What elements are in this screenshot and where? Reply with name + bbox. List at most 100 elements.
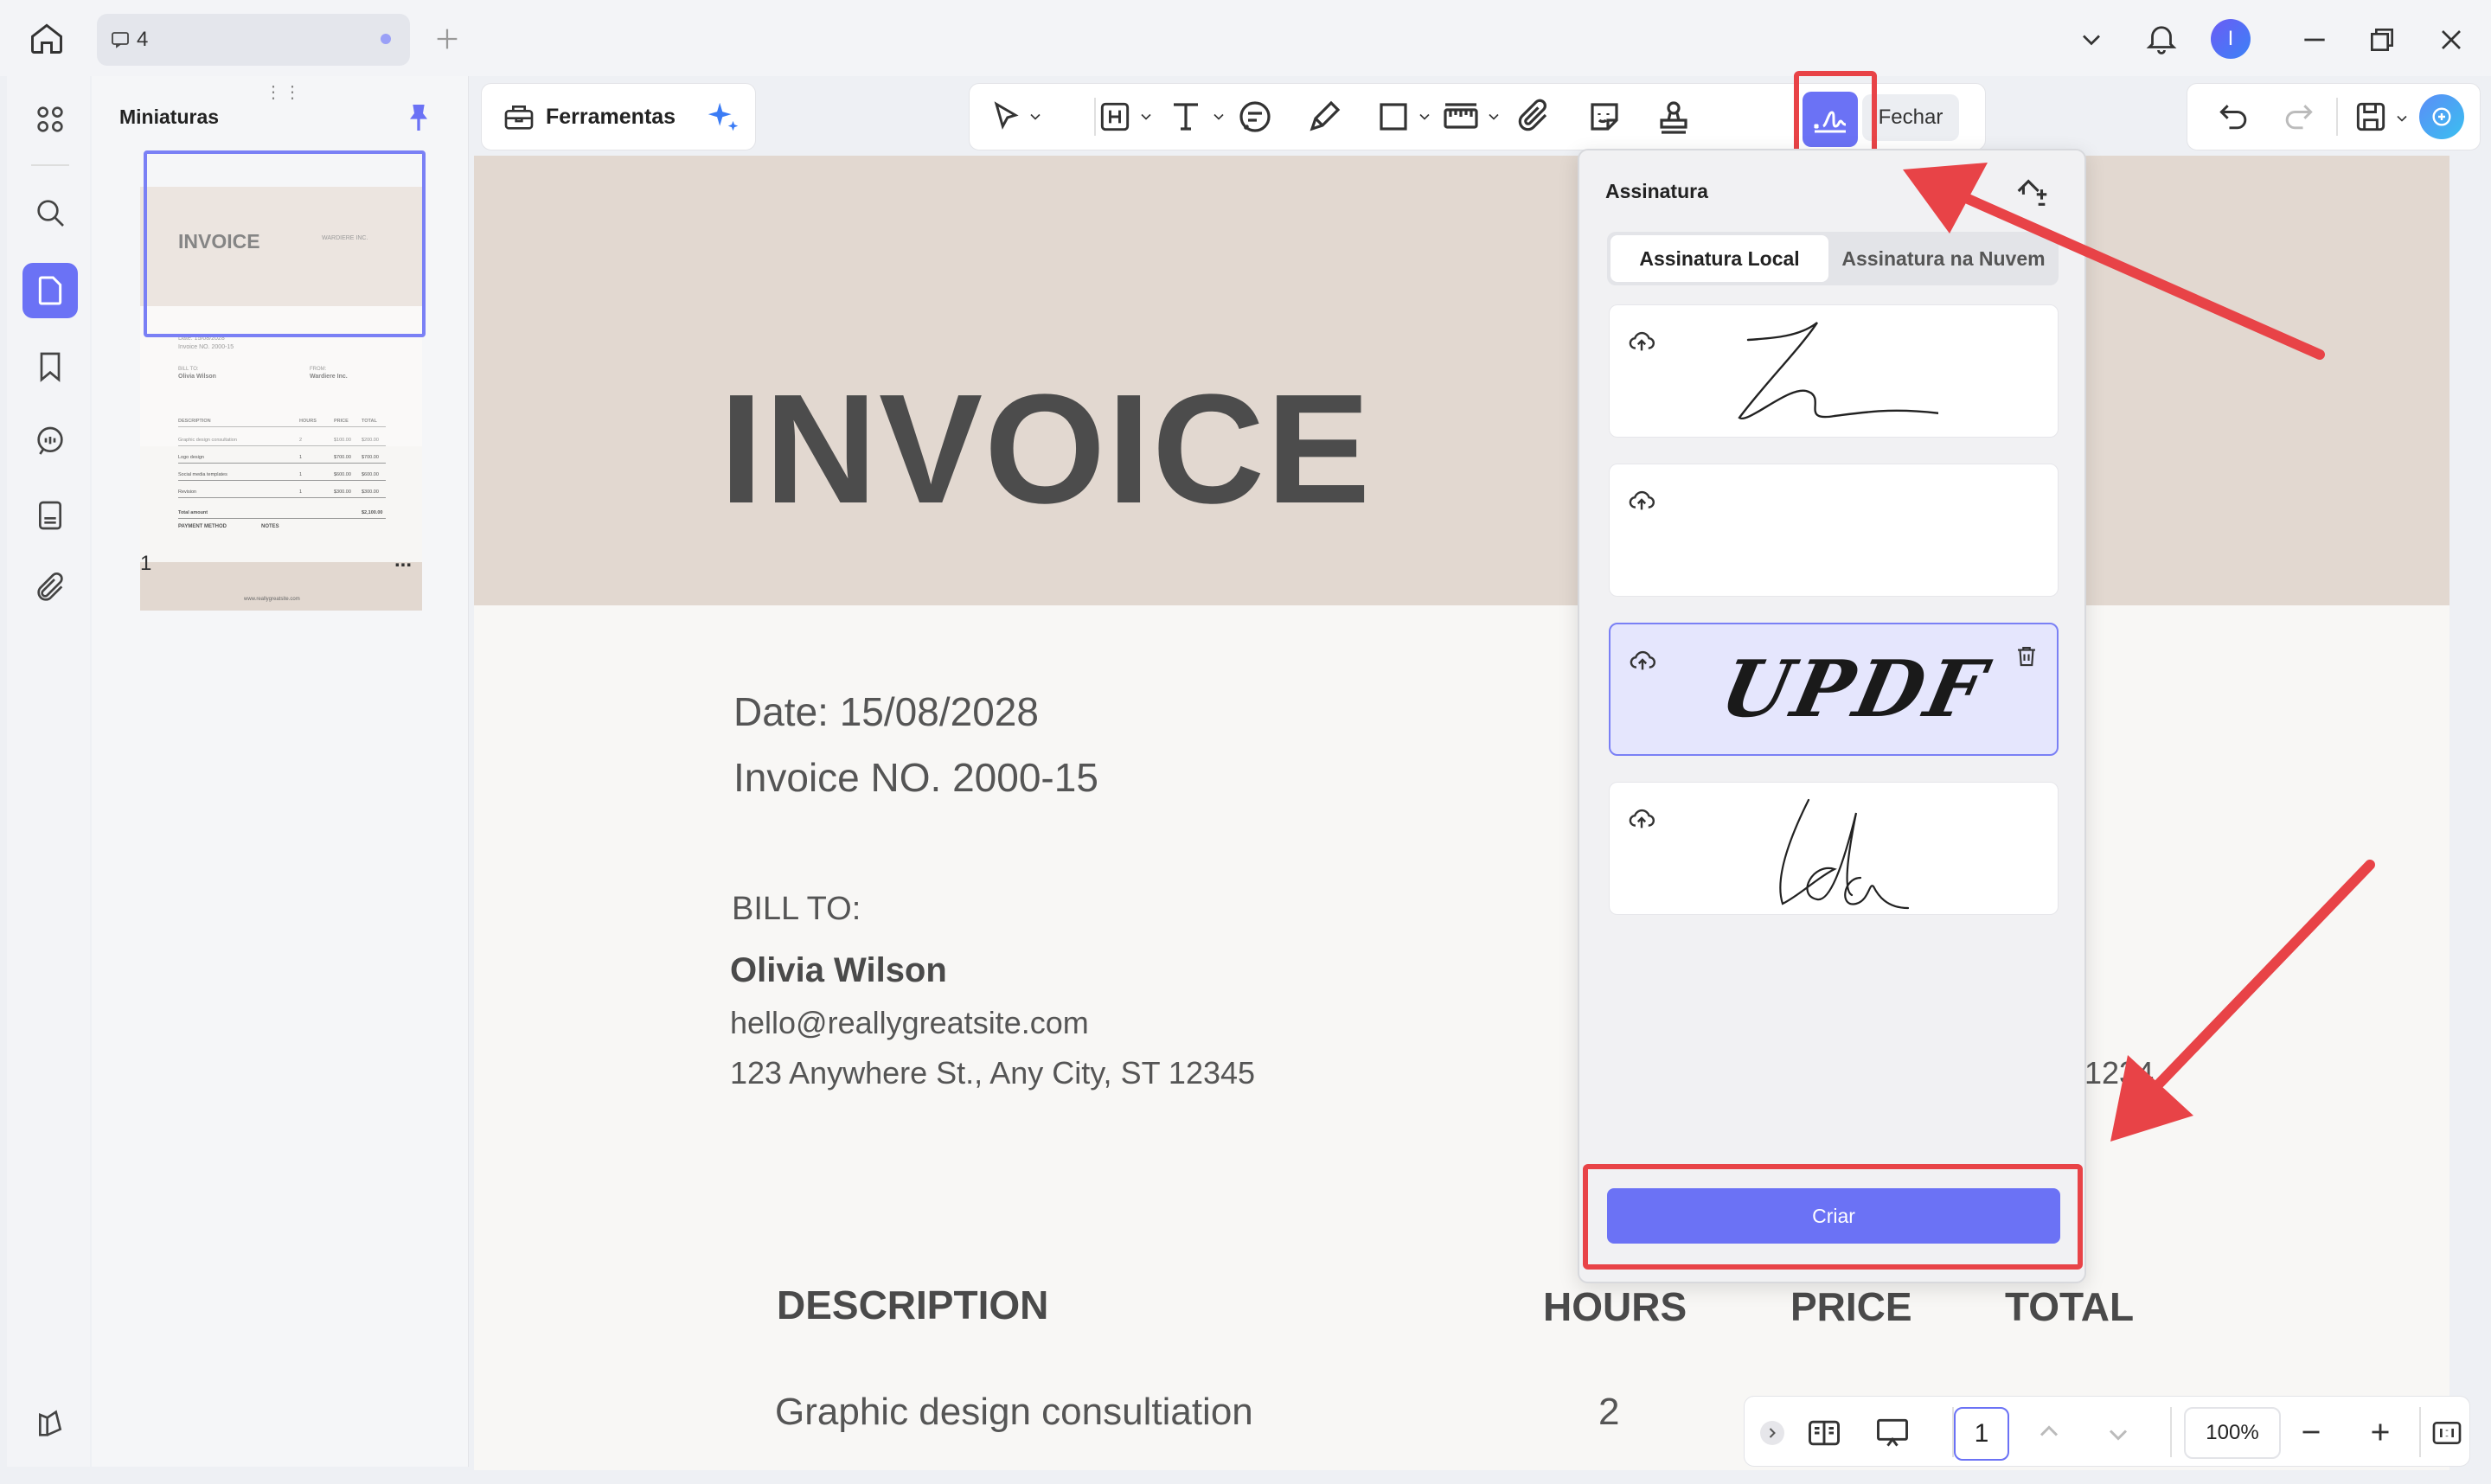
title-bar: 4 I (0, 0, 2491, 76)
zoom-in-icon[interactable] (2364, 1416, 2397, 1449)
comments-icon[interactable] (22, 413, 78, 469)
avatar[interactable]: I (2211, 19, 2251, 59)
zoom-level[interactable]: 100% (2184, 1407, 2281, 1459)
ai-sparkle-icon[interactable] (703, 98, 743, 138)
client-address: 123 Anywhere St., Any City, ST 12345 (730, 1055, 1256, 1091)
nav-divider (2419, 1407, 2421, 1457)
column-description: DESCRIPTION (777, 1283, 1049, 1327)
redo-icon[interactable] (2279, 98, 2317, 136)
tools-button[interactable]: Ferramentas (546, 105, 676, 130)
column-hours: HOURS (1543, 1284, 1687, 1329)
shape-tool-icon[interactable] (1373, 96, 1414, 138)
attach-tool-icon[interactable] (1513, 96, 1554, 138)
minimize-icon[interactable] (2297, 22, 2332, 57)
chevron-down-icon[interactable] (2393, 110, 2411, 127)
bell-icon[interactable] (2143, 19, 2180, 57)
thumbnails-icon[interactable] (22, 263, 78, 318)
sticker-tool-icon[interactable] (1584, 96, 1625, 138)
thumbnail-panel: ⋮⋮ Miniaturas INVOICE WARDIERE INC. Date… (92, 76, 469, 1467)
undo-icon[interactable] (2215, 98, 2253, 136)
cloud-upload-icon[interactable] (1628, 645, 1657, 675)
save-icon[interactable] (2352, 98, 2390, 136)
toolbar-divider (2336, 98, 2338, 136)
invoice-number: Invoice NO. 2000-15 (733, 755, 1098, 800)
restore-icon[interactable] (2365, 22, 2399, 57)
annotation-arrow-top (1877, 147, 2327, 372)
page-number-input[interactable]: 1 (1954, 1407, 2009, 1461)
cloud-upload-icon[interactable] (1627, 485, 1656, 515)
annotation-arrow-bottom (2093, 856, 2387, 1150)
stamp-tool-icon[interactable] (1653, 96, 1694, 138)
expand-nav-icon[interactable] (1760, 1421, 1784, 1445)
mini-notes: NOTES (261, 524, 279, 529)
rail-divider (31, 164, 69, 166)
invoice-date: Date: 15/08/2028 (733, 689, 1039, 734)
trash-icon[interactable] (2014, 643, 2040, 669)
thumbnail-selection (144, 150, 426, 337)
search-icon[interactable] (22, 185, 78, 240)
attachment-icon[interactable] (22, 560, 78, 616)
thumbnail-more-button[interactable]: ... (394, 548, 412, 572)
client-email: hello@reallygreatsite.com (730, 1005, 1089, 1040)
thumbnail-page-number: 1 (140, 552, 152, 575)
signature-panel-title: Assinatura (1605, 180, 1708, 202)
text-tool-icon[interactable] (1165, 96, 1207, 138)
cloud-upload-icon[interactable] (1627, 326, 1656, 355)
unsaved-dot (381, 34, 391, 44)
actual-size-icon[interactable] (2430, 1416, 2464, 1450)
nav-divider (2170, 1407, 2172, 1457)
tools-group: Ferramentas (481, 83, 756, 150)
signature-item[interactable] (1609, 464, 2059, 597)
pin-icon[interactable] (401, 100, 436, 135)
signature-item-selected[interactable]: UPDF (1609, 623, 2059, 756)
page-navigation: 1 100% (1744, 1396, 2470, 1467)
new-tab-icon[interactable] (432, 24, 462, 54)
toolbox-icon[interactable] (501, 99, 537, 134)
bill-to-label: BILL TO: (732, 891, 861, 927)
document-tab[interactable]: 4 (97, 14, 410, 66)
close-icon[interactable] (2434, 22, 2469, 57)
mini-table-row: Total amount $2,100.00 (178, 509, 386, 519)
panel-title: Miniaturas (119, 106, 220, 128)
mini-table-row: Revision 1 $300.00 $300.00 (178, 488, 386, 498)
presentation-icon[interactable] (1873, 1414, 1912, 1452)
signature-item[interactable] (1609, 782, 2059, 915)
chevron-down-icon[interactable] (1137, 108, 1155, 125)
tab-count: 4 (137, 28, 149, 51)
chevron-down-icon[interactable] (2076, 24, 2107, 55)
ai-assistant-icon[interactable] (2419, 94, 2464, 139)
comment-tool-icon[interactable] (1234, 96, 1276, 138)
chevron-down-icon[interactable] (1027, 108, 1044, 125)
column-price: PRICE (1790, 1284, 1912, 1329)
cloud-upload-icon[interactable] (1627, 803, 1656, 833)
row-description: Graphic design consultiation (775, 1391, 1253, 1433)
highlight-tool-icon[interactable] (1096, 96, 1134, 138)
comment-icon (109, 29, 131, 50)
zoom-out-icon[interactable] (2295, 1416, 2328, 1449)
tab-local-signature[interactable]: Assinatura Local (1611, 235, 1828, 282)
history-group (2187, 83, 2481, 150)
column-total: TOTAL (2005, 1284, 2135, 1329)
next-page-icon[interactable] (2103, 1419, 2134, 1450)
signature-drawing-lda (1748, 791, 1938, 912)
theme-icon[interactable] (22, 1396, 78, 1451)
page-layout-icon[interactable] (1805, 1414, 1843, 1452)
mini-table-row: Logo design 1 $700.00 $700.00 (178, 453, 386, 464)
measure-tool-icon[interactable] (1440, 96, 1482, 138)
previous-page-icon[interactable] (2033, 1416, 2065, 1447)
create-signature-button[interactable]: Criar (1607, 1188, 2060, 1244)
select-tool-icon[interactable] (987, 96, 1025, 138)
pencil-tool-icon[interactable] (1303, 96, 1345, 138)
invoice-title: INVOICE (720, 362, 1373, 536)
bookmark-icon[interactable] (22, 339, 78, 394)
chevron-down-icon[interactable] (1416, 108, 1433, 125)
left-rail (7, 76, 90, 1467)
home-icon[interactable] (28, 19, 66, 57)
chevron-down-icon[interactable] (1485, 108, 1502, 125)
form-icon[interactable] (22, 488, 78, 543)
signature-updf: UPDF (1713, 643, 1996, 735)
panel-resize-handle[interactable]: ⋮⋮ (265, 81, 303, 103)
mini-website: www.reallygreatsite.com (244, 597, 300, 602)
chevron-down-icon[interactable] (1210, 108, 1227, 125)
apps-icon[interactable] (22, 92, 78, 147)
